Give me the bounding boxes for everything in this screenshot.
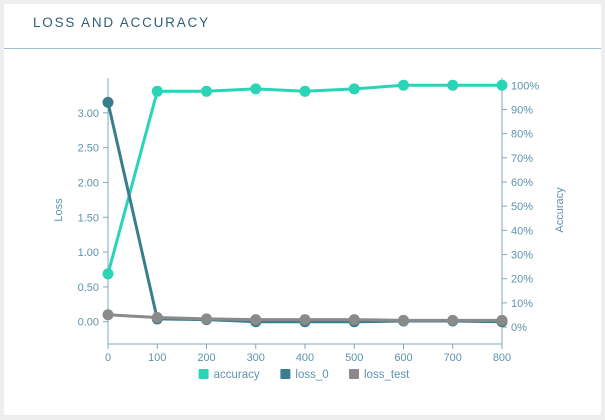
y-right-tick-label: 50% [511, 201, 533, 213]
legend-swatch [349, 369, 359, 379]
y-left-axis-title: Loss [53, 198, 65, 222]
y-right-tick-label: 80% [511, 129, 533, 141]
data-point [496, 79, 508, 91]
data-point [496, 314, 508, 326]
data-point [447, 79, 459, 91]
data-point [201, 85, 212, 97]
y-left-tick-label: 2.00 [78, 177, 99, 189]
loss-accuracy-chart: 0.00 0.50 1.00 1.50 2.00 2.50 3.00 0% 10% 20% 30% 4… [53, 78, 566, 381]
data-point [102, 268, 114, 280]
series-layer [102, 79, 508, 328]
x-tick-label: 200 [197, 352, 215, 364]
legend-item-loss-0: loss_0 [280, 369, 329, 381]
y-left-tick-label: 0.50 [78, 282, 99, 294]
y-right-tick-label: 70% [511, 153, 533, 165]
card-title: LOSS AND ACCURACY [33, 15, 210, 30]
legend-label: loss_test [364, 369, 410, 381]
data-point [348, 83, 360, 95]
data-point [102, 96, 114, 108]
legend-swatch [280, 369, 291, 379]
data-point [102, 309, 114, 321]
y-right-tick-label: 0% [511, 322, 527, 334]
data-point [250, 314, 262, 326]
data-point [151, 312, 163, 324]
legend-swatch [198, 369, 209, 379]
series-loss-test [102, 309, 508, 326]
x-tick-label: 100 [148, 352, 166, 364]
x-tick-label: 400 [296, 352, 314, 364]
y-left-tick-label: 2.50 [78, 143, 99, 155]
y-left-tick-label: 1.50 [78, 212, 99, 224]
y-right-tick-label: 30% [511, 250, 533, 262]
y-right-axis-title: Accuracy [554, 187, 566, 233]
data-point [299, 85, 311, 97]
x-tick-label: 700 [444, 352, 462, 364]
legend-label: loss_0 [295, 369, 328, 381]
series-loss-0 [102, 96, 508, 328]
data-point [447, 314, 459, 326]
data-point [151, 85, 163, 97]
data-point [398, 314, 409, 326]
x-tick-label: 300 [247, 352, 265, 364]
x-tick-label: 500 [345, 352, 363, 364]
y-right-tick-label: 90% [511, 104, 533, 116]
series-line [106, 83, 504, 276]
y-right-tick-label: 20% [511, 274, 533, 286]
legend-label: accuracy [214, 369, 260, 381]
x-tick-label: 800 [493, 352, 511, 364]
data-point [299, 314, 311, 326]
x-tick-label: 0 [105, 352, 111, 364]
y-right-tick-label: 60% [511, 177, 533, 189]
data-point [250, 83, 262, 95]
chart-card: LOSS AND ACCURACY 0.00 0.50 1.00 1.50 2.00 2.… [4, 4, 601, 415]
card-header: LOSS AND ACCURACY [4, 4, 601, 49]
y-left-tick-label: 0.00 [78, 317, 99, 329]
y-left-tick-label: 3.00 [78, 108, 99, 120]
legend: accuracy loss_0 loss_test [198, 369, 410, 381]
x-tick-label: 600 [394, 352, 412, 364]
legend-item-loss-test: loss_test [349, 369, 410, 381]
y-left-tick-label: 1.00 [78, 247, 99, 259]
data-point [398, 79, 409, 91]
y-right-tick-label: 40% [511, 225, 533, 237]
y-right-tick-label: 100% [511, 80, 539, 92]
series-accuracy [102, 79, 508, 280]
legend-item-accuracy: accuracy [198, 369, 260, 381]
data-point [201, 313, 212, 325]
series-line [106, 100, 504, 324]
data-point [348, 314, 360, 326]
y-right-tick-label: 10% [511, 298, 533, 310]
